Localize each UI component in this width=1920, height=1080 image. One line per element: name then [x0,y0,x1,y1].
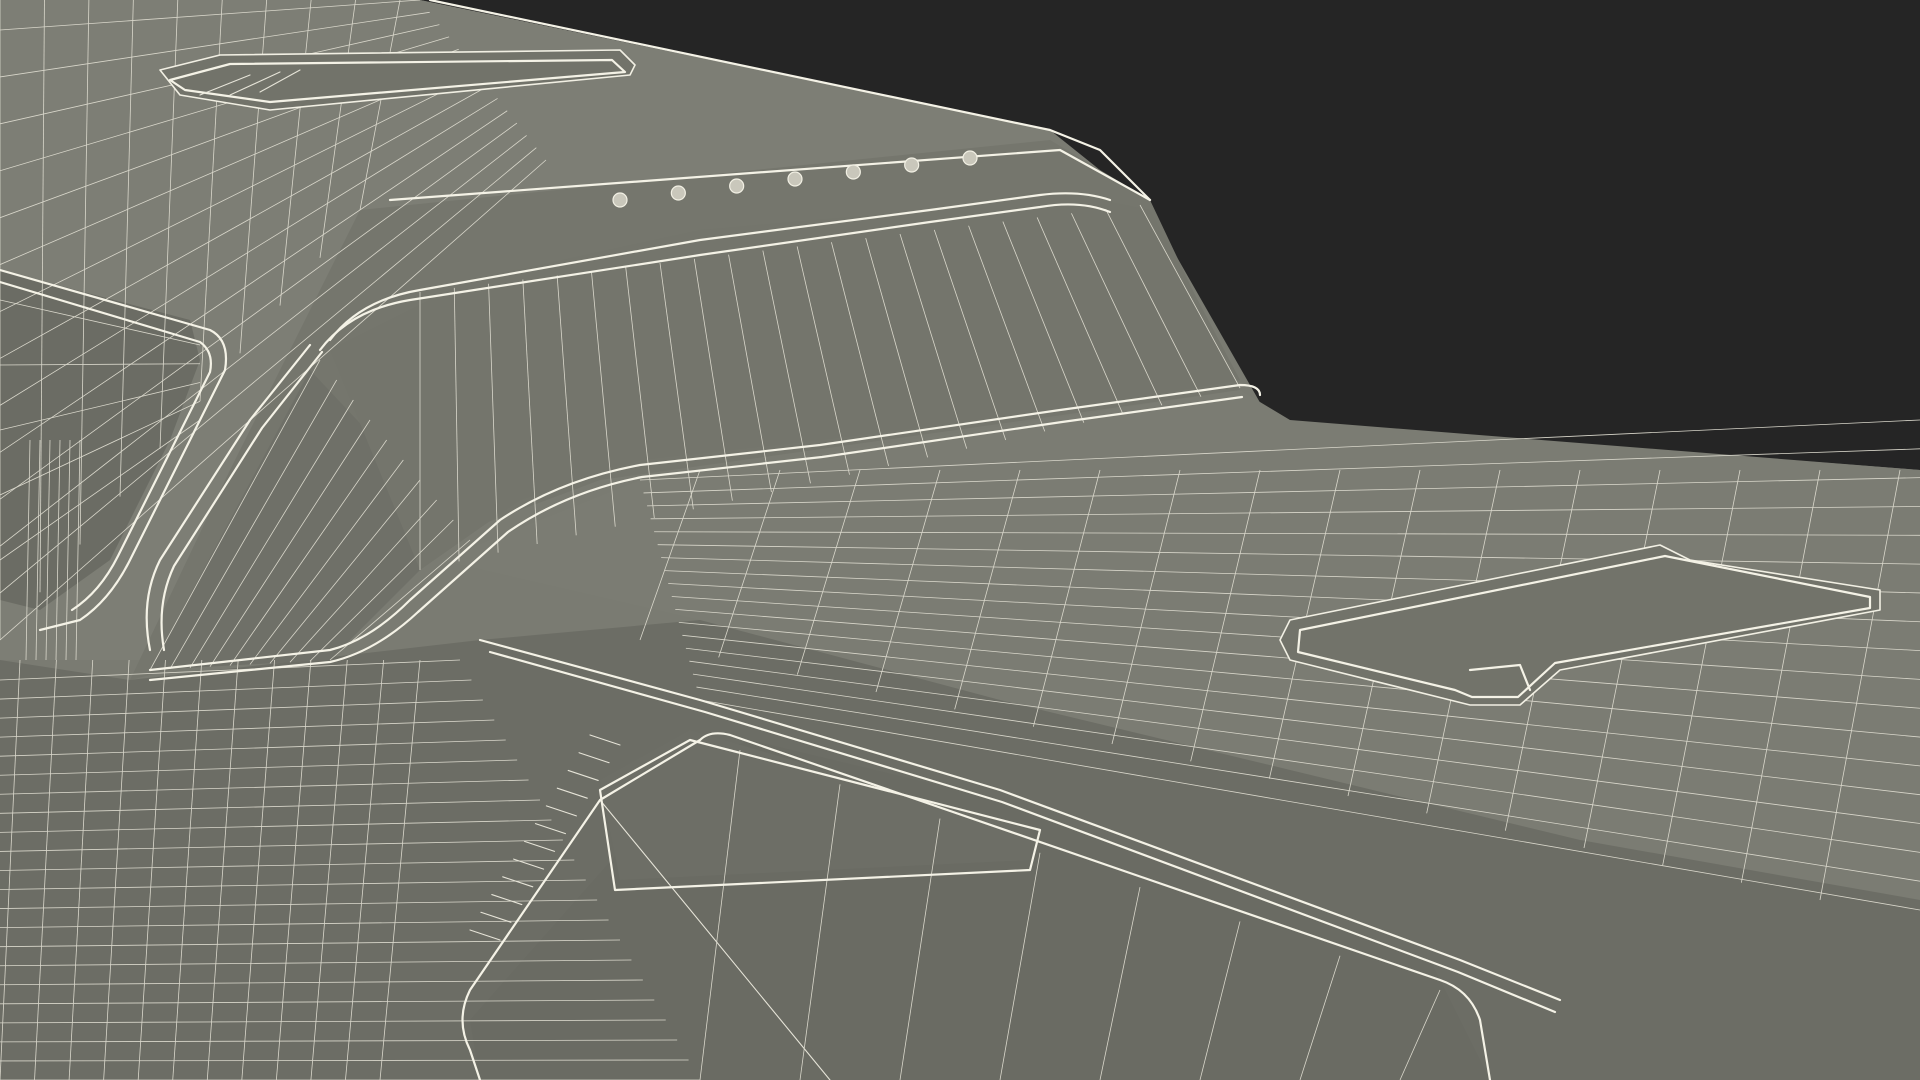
render-viewport [0,0,1920,1080]
rivet-icon [962,150,978,166]
rivet-icon [845,164,861,180]
rivet-icon [670,185,686,201]
wireframe-model [0,0,1920,1080]
rivet-icon [787,171,803,187]
rivet-icon [612,192,628,208]
rivet-icon [729,178,745,194]
rivet-icon [904,157,920,173]
